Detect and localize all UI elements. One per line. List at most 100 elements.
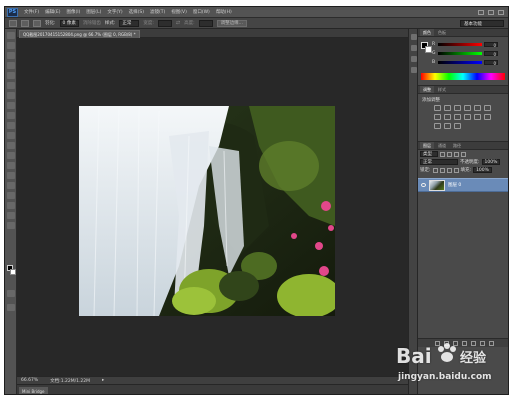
history-brush-tool-icon[interactable] [7,122,15,129]
fill-input[interactable]: 100% [473,167,492,173]
properties-panel-icon[interactable] [411,45,417,51]
pen-tool-icon[interactable] [7,172,15,179]
brightness-contrast-icon[interactable] [434,105,441,111]
shape-tool-icon[interactable] [7,202,15,209]
path-select-tool-icon[interactable] [7,192,15,199]
healing-brush-tool-icon[interactable] [7,92,15,99]
eyedropper-tool-icon[interactable] [7,82,15,89]
menu-help[interactable]: 帮助(H) [213,9,235,15]
ps-logo: PS [7,7,18,17]
background-color-swatch[interactable] [10,269,16,275]
status-arrow-icon[interactable]: ▸ [102,378,104,383]
selective-color-icon[interactable] [454,123,461,129]
lasso-tool-icon[interactable] [7,52,15,59]
width-input[interactable] [157,19,172,27]
layer-kind-filter[interactable]: 类型 [420,151,438,157]
layer-row[interactable]: 图层 0 [418,178,508,192]
posterize-icon[interactable] [484,114,491,120]
menu-select[interactable]: 选择(S) [126,9,147,15]
tab-swatches[interactable]: 色板 [435,29,449,36]
hand-tool-icon[interactable] [7,212,15,219]
hue-saturation-icon[interactable] [484,105,491,111]
workspace-select[interactable]: 基本功能 [460,20,504,27]
menu-filter[interactable]: 滤镜(T) [147,9,168,15]
dodge-tool-icon[interactable] [7,162,15,169]
style-select[interactable]: 正常 [119,19,140,27]
filter-shape-icon[interactable] [461,151,466,157]
refine-edge-button[interactable]: 调整边缘... [216,19,247,27]
lock-transparent-icon[interactable] [432,167,438,173]
clone-stamp-tool-icon[interactable] [7,112,15,119]
menu-edit[interactable]: 编辑(E) [42,9,63,15]
filter-type-icon[interactable] [454,151,459,157]
blur-tool-icon[interactable] [7,152,15,159]
maximize-icon[interactable] [488,9,494,15]
tab-color[interactable]: 颜色 [420,29,434,36]
menu-file[interactable]: 文件(F) [21,9,42,15]
gradient-map-icon[interactable] [444,123,451,129]
character-panel-icon[interactable] [411,56,417,62]
add-selection-icon[interactable] [33,19,41,27]
zoom-level[interactable]: 66.67% [21,378,38,383]
feather-input[interactable]: 0 像素 [59,19,79,27]
tab-styles[interactable]: 样式 [435,86,449,93]
paragraph-panel-icon[interactable] [411,67,417,73]
filter-adjust-icon[interactable] [447,151,452,157]
invert-icon[interactable] [474,114,481,120]
color-balance-icon[interactable] [434,114,441,120]
marquee-tool-icon[interactable] [7,42,15,49]
document-tab[interactable]: QQ截图20170415152804.png @ 66.7% (图层 0, RG… [19,30,140,38]
quick-select-tool-icon[interactable] [7,62,15,69]
screen-mode-icon[interactable] [7,304,15,311]
tab-layers[interactable]: 图层 [420,142,434,149]
lock-position-icon[interactable] [446,167,452,173]
black-white-icon[interactable] [444,114,451,120]
color-spectrum[interactable] [421,73,505,80]
close-icon[interactable] [498,9,504,15]
lock-all-icon[interactable] [453,167,459,173]
canvas-area[interactable] [17,38,408,376]
brush-tool-icon[interactable] [7,102,15,109]
vibrance-icon[interactable] [474,105,481,111]
gradient-tool-icon[interactable] [7,142,15,149]
zoom-tool-icon[interactable] [7,222,15,229]
panel-background-swatch[interactable] [425,46,432,53]
minimize-icon[interactable] [478,9,484,15]
layer-name[interactable]: 图层 0 [448,182,461,188]
menu-type[interactable]: 文字(Y) [104,9,125,15]
opacity-input[interactable]: 100% [481,159,501,165]
tab-channels[interactable]: 通道 [435,142,449,149]
blue-slider[interactable]: B 0 [432,60,504,66]
photo-filter-icon[interactable] [454,114,461,120]
levels-icon[interactable] [444,105,451,111]
filter-pixel-icon[interactable] [440,151,445,157]
menu-view[interactable]: 视图(V) [168,9,190,15]
new-selection-icon[interactable] [21,19,29,27]
antialias-checkbox[interactable]: 消除锯齿 [83,20,101,26]
visibility-eye-icon[interactable] [421,183,426,187]
move-tool-icon[interactable] [7,32,15,39]
menu-layer[interactable]: 图层(L) [83,9,104,15]
history-panel-icon[interactable] [411,34,417,40]
marquee-tool-preset-icon[interactable] [9,19,17,27]
quick-mask-icon[interactable] [7,290,15,297]
red-slider[interactable]: R 0 [432,42,504,48]
threshold-icon[interactable] [434,123,441,129]
menu-image[interactable]: 图像(I) [63,9,83,15]
eraser-tool-icon[interactable] [7,132,15,139]
menu-window[interactable]: 窗口(W) [190,9,213,15]
tab-adjustments[interactable]: 调整 [420,86,434,93]
crop-tool-icon[interactable] [7,72,15,79]
channel-mixer-icon[interactable] [464,114,471,120]
document-info[interactable]: 文档:1.22M/1.22M [50,378,90,384]
green-slider[interactable]: G 0 [432,51,504,57]
mini-bridge-tab[interactable]: Mini Bridge [19,387,48,394]
swap-icon[interactable]: ⇄ [176,20,180,26]
height-input[interactable] [198,19,213,27]
blend-mode-select[interactable]: 正常 [420,159,458,165]
curves-icon[interactable] [454,105,461,111]
exposure-icon[interactable] [464,105,471,111]
lock-pixels-icon[interactable] [439,167,445,173]
tab-paths[interactable]: 路径 [450,142,464,149]
type-tool-icon[interactable] [7,182,15,189]
